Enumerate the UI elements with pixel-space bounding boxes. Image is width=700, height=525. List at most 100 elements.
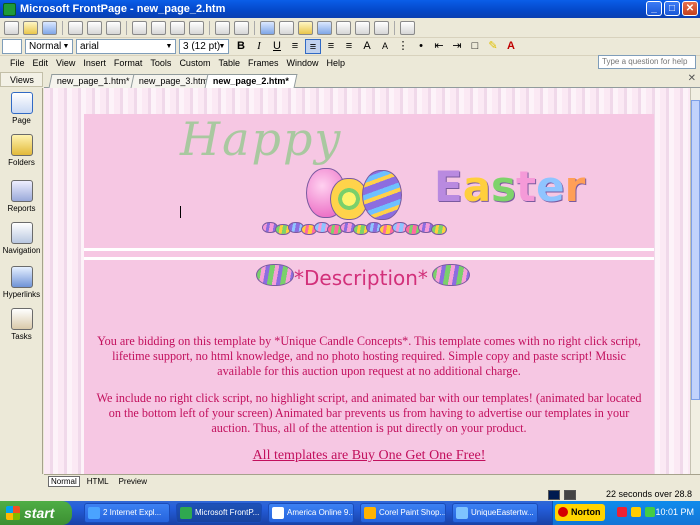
undo-icon[interactable] [215,20,230,35]
scrollbar-thumb[interactable] [691,100,700,400]
help-icon[interactable] [400,20,415,35]
print-icon[interactable] [68,20,83,35]
menu-help[interactable]: Help [327,58,346,68]
spelling-icon[interactable] [106,20,121,35]
easter-letter: t [516,162,537,211]
document-tabs: new_page_1.htm* new_page_3.htm* new_page… [44,72,700,88]
justify-icon[interactable]: ≡ [341,39,357,54]
view-tasks-label: Tasks [11,332,32,341]
refresh-icon[interactable] [336,20,351,35]
preview-mode-tab[interactable]: Preview [116,476,150,487]
menu-tools[interactable]: Tools [150,58,171,68]
menu-window[interactable]: Window [286,58,318,68]
bold-button[interactable]: B [233,39,249,54]
insert-picture-icon[interactable] [298,20,313,35]
clock: 10:01 PM [655,507,694,517]
tray-icon[interactable] [645,507,655,517]
align-center-icon[interactable]: ≡ [305,39,321,54]
align-right-icon[interactable]: ≡ [323,39,339,54]
maximize-button[interactable]: □ [664,1,680,16]
view-hyperlinks[interactable]: Hyperlinks [0,266,43,299]
stop-icon[interactable] [355,20,370,35]
view-navigation-label: Navigation [2,246,41,255]
menu-view[interactable]: View [56,58,75,68]
normal-mode-tab[interactable]: Normal [48,476,80,487]
taskbar-item-unique-easter[interactable]: UniqueEastertw... [452,503,538,523]
easter-egg-image [256,264,294,286]
task-label: Corel Paint Shop... [379,508,446,517]
redo-icon[interactable] [234,20,249,35]
font-color-icon[interactable]: A [503,39,519,54]
html-mode-tab[interactable]: HTML [84,476,112,487]
insert-hyperlink-icon[interactable] [317,20,332,35]
close-button[interactable]: ✕ [682,1,698,16]
font-size-select[interactable]: 3 (12 pt) ▼ [179,39,229,54]
save-icon[interactable] [42,20,57,35]
cut-icon[interactable] [132,20,147,35]
italic-button[interactable]: I [251,39,267,54]
menu-file[interactable]: File [10,58,25,68]
view-navigation[interactable]: Navigation [0,222,43,255]
connection-icon [548,490,560,500]
taskbar-item-paint-shop[interactable]: Corel Paint Shop... [360,503,446,523]
minimize-button[interactable]: _ [646,1,662,16]
print-preview-icon[interactable] [87,20,102,35]
new-page-icon[interactable] [4,20,19,35]
norton-button[interactable]: Norton [555,504,605,521]
small-egg-image [431,224,447,235]
view-folders[interactable]: Folders [0,134,43,167]
numbering-icon[interactable]: ⋮ [395,39,411,54]
view-page[interactable]: Page [0,92,43,125]
start-button[interactable]: start [0,501,72,525]
taskbar-item-frontpage[interactable]: Microsoft FrontP... [176,503,262,523]
vertical-scrollbar[interactable] [690,88,700,474]
close-tab-icon[interactable]: ✕ [688,73,696,84]
menu-custom[interactable]: Custom [179,58,210,68]
paste-icon[interactable] [170,20,185,35]
bullets-icon[interactable]: • [413,39,429,54]
menu-edit[interactable]: Edit [33,58,49,68]
help-question-input[interactable]: Type a question for help [598,55,696,69]
style-select-value: Normal [29,41,62,52]
view-reports[interactable]: Reports [0,180,43,213]
underline-button[interactable]: U [269,39,285,54]
show-all-icon[interactable] [374,20,389,35]
insert-table-icon[interactable] [279,20,294,35]
style-select[interactable]: Normal ▼ [25,39,73,54]
highlight-icon[interactable]: ✎ [485,39,501,54]
view-tasks[interactable]: Tasks [0,308,43,341]
menu-table[interactable]: Table [218,58,240,68]
tray-icon[interactable] [617,507,627,517]
font-select[interactable]: arial ▼ [76,39,176,54]
format-painter-icon[interactable] [189,20,204,35]
copy-icon[interactable] [151,20,166,35]
increase-font-icon[interactable]: A [359,39,375,54]
bogo-link[interactable]: All templates are Buy One Get One Free! [94,448,644,464]
menu-frames[interactable]: Frames [248,58,279,68]
tray-icon[interactable] [631,507,641,517]
menu-insert[interactable]: Insert [83,58,106,68]
decrease-font-icon[interactable]: A [377,39,393,54]
taskbar-item-internet-explorer[interactable]: 2 Internet Expl... [84,503,170,523]
taskbar-item-aol[interactable]: America Online 9... [268,503,354,523]
web-component-icon[interactable] [260,20,275,35]
task-label: Microsoft FrontP... [195,508,260,517]
border-icon[interactable]: □ [467,39,483,54]
easter-letter: r [564,162,586,211]
start-label: start [24,505,55,521]
chevron-down-icon: ▼ [165,43,173,50]
frontpage-icon [180,507,192,519]
page-editor[interactable]: Happy Easter *Description* You are biddi… [44,88,690,474]
tab-new-page-2[interactable]: new_page_2.htm* [204,74,298,88]
window-title: Microsoft FrontPage - new_page_2.htm [20,3,226,15]
menu-format[interactable]: Format [114,58,143,68]
increase-indent-icon[interactable]: ⇥ [449,39,465,54]
toolbar-separator [126,20,127,35]
decrease-indent-icon[interactable]: ⇤ [431,39,447,54]
task-label: America Online 9... [287,508,354,517]
tab-new-page-1[interactable]: new_page_1.htm* [48,74,139,88]
description-paragraph-2: We include no right click script, no hig… [96,391,642,435]
toolbar-separator [394,20,395,35]
align-left-icon[interactable]: ≡ [287,39,303,54]
open-folder-icon[interactable] [23,20,38,35]
